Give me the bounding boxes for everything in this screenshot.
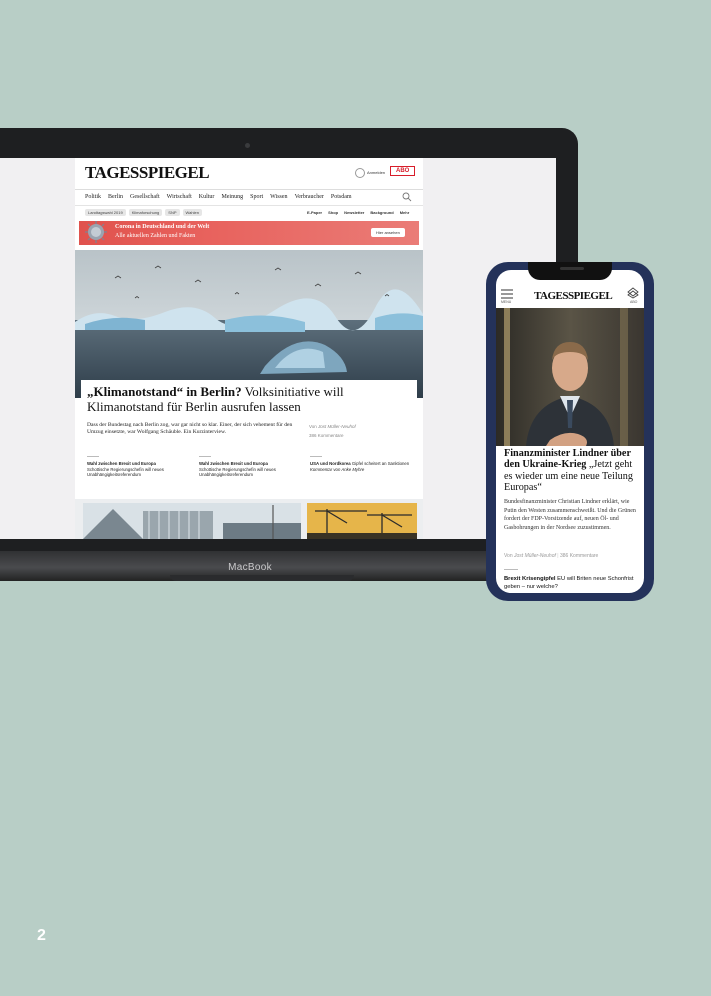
phone-screen: MENU TAGESSPIEGEL ABO Finanzminister Lin… <box>496 270 644 593</box>
phone-comments-link[interactable]: 386 Kommentare <box>560 553 598 559</box>
menu-icon[interactable] <box>501 289 513 299</box>
nav-gesellschaft[interactable]: Gesellschaft <box>130 194 160 200</box>
nav-meinung[interactable]: Meinung <box>221 194 243 200</box>
nav-kultur[interactable]: Kultur <box>199 194 215 200</box>
sub-article-title: Wahl zwischen Brexit und Europa <box>199 461 268 466</box>
chip-topic[interactable]: Klimaforschung <box>128 209 163 216</box>
divider <box>75 189 423 190</box>
divider <box>87 456 99 457</box>
nav-potsdam[interactable]: Potsdam <box>331 194 352 200</box>
search-icon[interactable] <box>402 192 412 202</box>
nav-wirtschaft[interactable]: Wirtschaft <box>167 194 192 200</box>
divider <box>504 569 518 570</box>
chip-topic[interactable]: SNP <box>165 209 180 216</box>
author-prefix: Von <box>504 553 513 559</box>
comments-link[interactable]: 386 Kommentare <box>309 433 344 438</box>
main-author: Von Jost Müller-Neuhof <box>309 424 356 429</box>
divider <box>75 205 423 206</box>
nav-politik[interactable]: Politik <box>85 194 101 200</box>
nav-sport[interactable]: Sport <box>250 194 263 200</box>
phone-notch <box>528 262 612 280</box>
phone-author: Von Jost Müller-Neuhof | 386 Kommentare <box>504 553 599 559</box>
phone-logo[interactable]: TAGESSPIEGEL <box>534 290 613 302</box>
author-prefix: Von <box>309 424 317 429</box>
topic-chips: Landtagswahl 2019 Klimaforschung SNP Wah… <box>85 209 202 216</box>
hero-image[interactable] <box>75 250 423 398</box>
phone-teaser: Bundesfinanzminister Christian Lindner e… <box>504 499 636 531</box>
abo-button[interactable]: ABO <box>390 166 416 176</box>
laptop-camera <box>245 143 250 148</box>
virus-icon <box>85 221 107 243</box>
link-shop[interactable]: Shop <box>328 210 338 215</box>
sub-article-title-rest: Gipfel scheitert an Sanktionen <box>350 461 410 466</box>
phone-headline[interactable]: Finanzminister Lindner über den Ukraine-… <box>504 448 638 493</box>
thumbnail-image[interactable] <box>83 503 301 539</box>
banner-subtitle: Alle aktuellen Zahlen und Fakten <box>115 233 196 239</box>
nav-wissen[interactable]: Wissen <box>270 194 287 200</box>
banner-title: Corona in Deutschland und der Welt <box>115 224 210 230</box>
abo-label: ABO <box>630 300 638 304</box>
menu-label: MENU <box>501 300 512 304</box>
divider <box>199 456 211 457</box>
link-newsletter[interactable]: Newsletter <box>344 210 364 215</box>
chip-topic[interactable]: Wahlen <box>182 209 202 216</box>
sub-article[interactable]: Wahl zwischen Brexit und Europa Schottisc… <box>199 461 304 478</box>
author-name[interactable]: Jost Müller-Neuhof <box>514 553 556 559</box>
divider <box>310 456 322 457</box>
page-number: 2 <box>37 927 46 944</box>
headline-kicker: „Klimanotstand“ in Berlin? <box>87 384 242 399</box>
sub-article-title: Wahl zwischen Brexit und Europa <box>87 461 156 466</box>
next-article-kicker: Brexit Krisengipfel <box>504 576 556 582</box>
corona-banner[interactable]: Corona in Deutschland und der Welt Alle … <box>79 221 419 245</box>
laptop-hinge <box>170 575 354 581</box>
sub-article-text: Schottische Regierungschefin will neues … <box>199 466 276 478</box>
login-link[interactable]: Anmelden <box>367 170 385 175</box>
nav-berlin[interactable]: Berlin <box>108 194 123 200</box>
main-headline[interactable]: „Klimanotstand“ in Berlin? Volksinitiati… <box>87 384 387 414</box>
link-background[interactable]: Background <box>370 210 393 215</box>
main-teaser: Dass der Bundestag nach Berlin zog, war … <box>87 422 293 436</box>
sub-article[interactable]: Wahl zwischen Brexit und Europa Schottisc… <box>87 461 192 478</box>
website-desktop: TAGESSPIEGEL Anmelden ABO Politik Berlin… <box>75 158 423 539</box>
hero-portrait[interactable] <box>496 308 644 446</box>
author-name[interactable]: Jost Müller-Neuhof <box>318 424 356 429</box>
laptop-screen: TAGESSPIEGEL Anmelden ABO Politik Berlin… <box>0 158 556 539</box>
sub-article-text: Kommentar von Anke Myhre <box>310 466 365 472</box>
link-epaper[interactable]: E-Paper <box>307 210 322 215</box>
thumbnail-image[interactable] <box>307 503 417 539</box>
abo-icon[interactable] <box>627 287 639 299</box>
site-logo[interactable]: TAGESSPIEGEL <box>85 163 210 183</box>
banner-button[interactable]: Hier ansehen <box>371 228 405 237</box>
chip-topic[interactable]: Landtagswahl 2019 <box>85 209 126 216</box>
sub-article-title: USA und Nordkorea <box>310 461 351 466</box>
macbook-label: MacBook <box>228 562 272 573</box>
main-nav: Politik Berlin Gesellschaft Wirtschaft K… <box>85 194 352 200</box>
sub-article[interactable]: USA und Nordkorea Gipfel scheitert an Sa… <box>310 461 415 472</box>
sub-article-text: Schottische Regierungschefin will neues … <box>87 466 164 478</box>
nav-verbraucher[interactable]: Verbraucher <box>295 194 324 200</box>
phone-speaker <box>560 267 584 270</box>
phone-next-article[interactable]: Brexit Krisengipfel EU will Briten neue … <box>504 575 638 591</box>
link-mehr[interactable]: Mehr <box>400 210 410 215</box>
user-icon[interactable] <box>355 168 365 178</box>
secondary-nav: E-Paper Shop Newsletter Background Mehr <box>307 210 409 215</box>
